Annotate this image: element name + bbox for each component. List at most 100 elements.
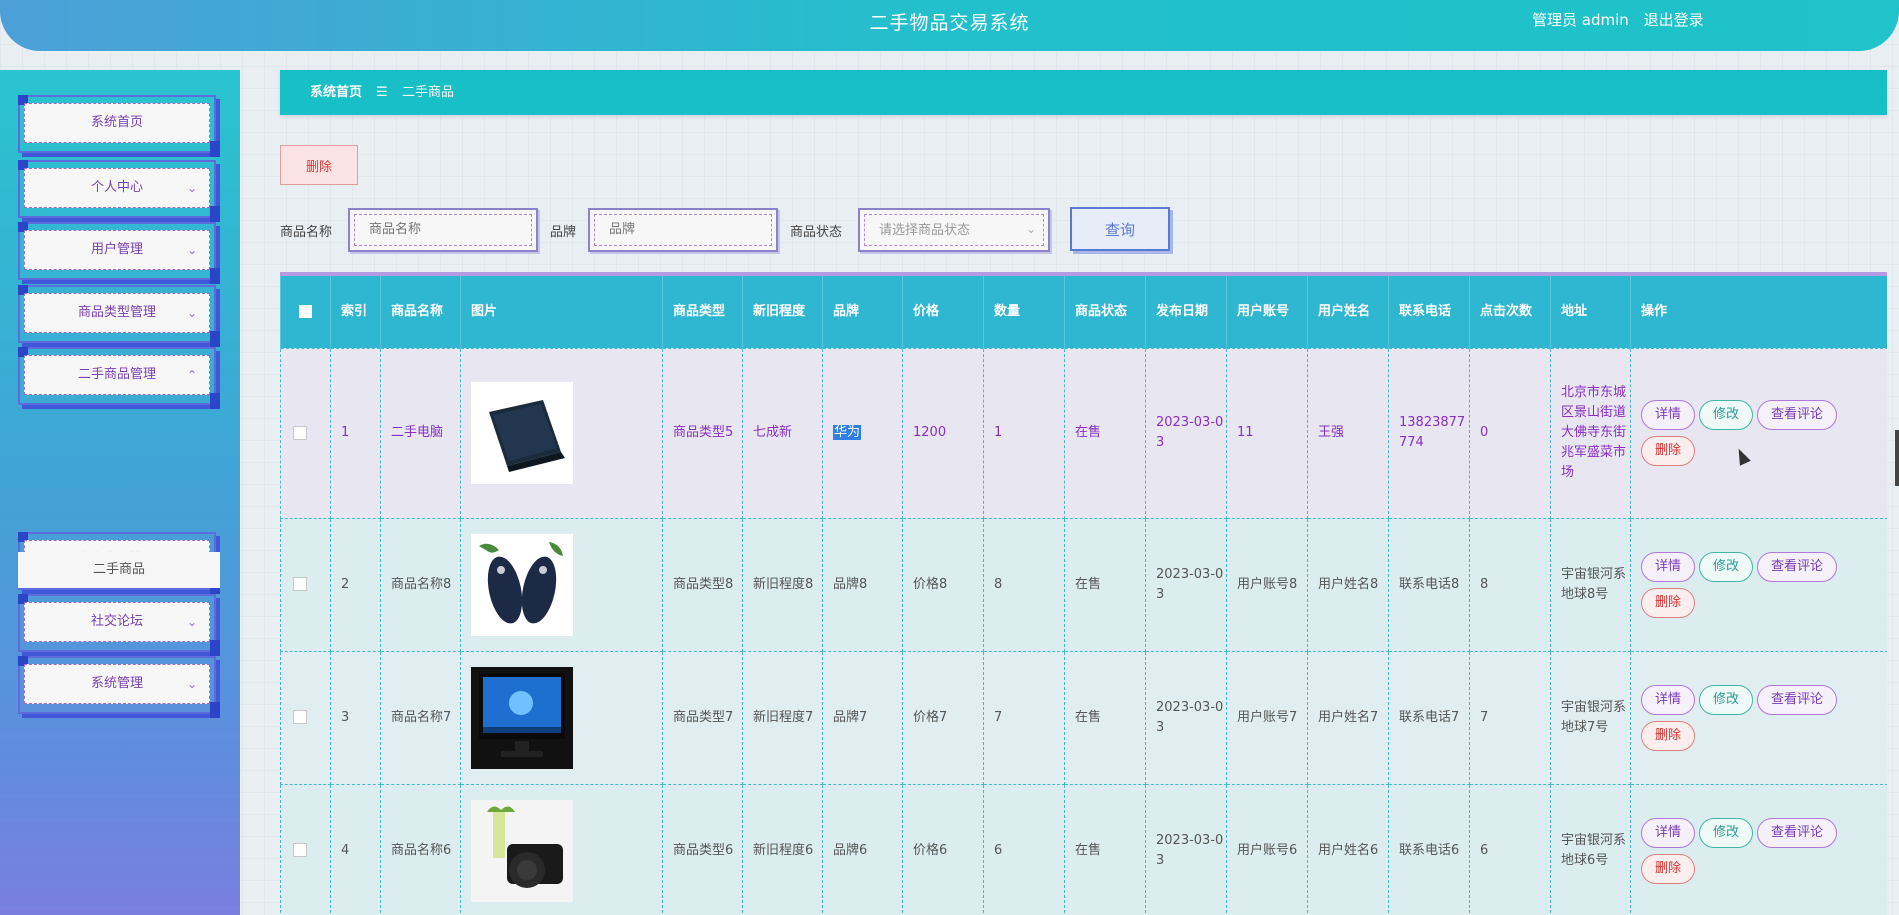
breadcrumb-current: 二手商品	[401, 85, 454, 100]
cell-date: 2023-03-03	[1156, 415, 1224, 450]
corner-deco	[210, 141, 220, 157]
th-qty: 数量	[983, 276, 1065, 348]
th-username: 用户姓名	[1307, 276, 1389, 348]
edit-button[interactable]: 修改	[1699, 400, 1754, 430]
th-phone: 联系电话	[1388, 276, 1470, 348]
edit-button[interactable]: 修改	[1699, 684, 1754, 715]
cell-qty: 7	[994, 709, 1003, 725]
cell-condition: 新旧程度8	[753, 576, 814, 592]
view-reviews-button[interactable]: 查看评论	[1757, 551, 1838, 582]
sidebar-item-label: 二手商品管理	[77, 367, 156, 382]
detail-button[interactable]: 详情	[1641, 551, 1696, 582]
name-search-box	[348, 208, 538, 252]
th-clicks: 点击次数	[1469, 276, 1551, 348]
th-status: 商品状态	[1064, 276, 1146, 348]
chevron-icon: ⌄	[186, 615, 197, 629]
row-checkbox[interactable]	[293, 577, 307, 591]
cell-status: 在售	[1075, 576, 1102, 592]
table-row: 4 商品名称6 商品类型6 新旧程度6 品牌6 价格6 6 在售 2023-03-03 用户账号6…	[280, 783, 1887, 915]
cell-name: 商品名称8	[391, 576, 452, 592]
cell-account: 用户账号8	[1237, 576, 1298, 592]
sidebar-item-7[interactable]: 系统管理 ⌄	[18, 656, 220, 718]
sidebar-item-4[interactable]: 二手商品管理 ⌃	[18, 347, 220, 409]
sidebar-item-1[interactable]: 个人中心 ⌄	[18, 160, 220, 222]
cell-address: 北京市东城区景山街道大佛寺东街兆军盛菜市场	[1561, 385, 1627, 480]
cell-clicks: 0	[1480, 425, 1489, 440]
row-checkbox[interactable]	[293, 425, 307, 440]
sidebar-item-label-box: 用户管理 ⌄	[24, 230, 210, 270]
th-condition: 新旧程度	[742, 276, 823, 348]
name-search-input[interactable]	[354, 214, 532, 246]
cell-address: 宇宙银河系地球7号	[1561, 699, 1627, 735]
delete-button[interactable]: 删除	[1641, 720, 1696, 751]
sidebar-item-3[interactable]: 商品类型管理 ⌄	[18, 285, 220, 347]
detail-button[interactable]: 详情	[1641, 817, 1696, 848]
status-search-label: 商品状态	[790, 225, 843, 240]
cell-type: 商品类型5	[673, 425, 734, 440]
logout-link[interactable]: 退出登录	[1644, 11, 1704, 29]
cell-username: 用户姓名6	[1318, 842, 1379, 858]
query-button[interactable]: 查询	[1070, 207, 1170, 251]
cell-phone: 13823877774	[1399, 415, 1466, 450]
view-reviews-button[interactable]: 查看评论	[1757, 400, 1838, 430]
sidebar-item-label-box: 系统首页	[24, 103, 210, 143]
admin-user-label: 管理员 admin	[1532, 11, 1629, 29]
sidebar-item-2[interactable]: 用户管理 ⌄	[18, 222, 220, 284]
cell-date: 2023-03-03	[1156, 699, 1224, 735]
monitor-image	[471, 666, 573, 769]
corner-deco	[210, 268, 220, 284]
view-reviews-button[interactable]: 查看评论	[1757, 817, 1838, 848]
breadcrumb-home[interactable]: 系统首页	[310, 85, 362, 100]
cell-account: 用户账号6	[1237, 842, 1298, 858]
laptop-image	[471, 382, 573, 484]
cell-brand: 品牌7	[833, 709, 868, 725]
select-all-header[interactable]	[280, 276, 331, 348]
chevron-icon: ⌃	[186, 368, 197, 382]
scrollbar-thumb[interactable]	[1895, 430, 1899, 486]
select-all-checkbox[interactable]	[299, 304, 312, 318]
corner-deco	[210, 702, 220, 718]
sidebar-subitem-second-hand-goods[interactable]: 二手商品	[18, 552, 220, 588]
cell-condition: 七成新	[753, 425, 793, 440]
cell-qty: 6	[994, 842, 1003, 858]
user-area: 管理员 admin 退出登录	[1532, 9, 1704, 30]
cell-brand: 品牌6	[833, 842, 868, 858]
edit-button[interactable]: 修改	[1699, 817, 1754, 848]
delete-button[interactable]: 删除	[1641, 436, 1696, 466]
cell-price: 价格7	[913, 709, 948, 725]
delete-button[interactable]: 删除	[1641, 587, 1696, 618]
cell-index: 1	[341, 425, 350, 440]
top-header: 二手物品交易系统 管理员 admin 退出登录	[0, 0, 1899, 51]
sidebar: 系统首页个人中心⌄用户管理⌄商品类型管理⌄二手商品管理⌃留言咨询管理⌄社交论坛⌄…	[0, 70, 240, 915]
cell-type: 商品类型8	[673, 576, 734, 592]
status-select-box[interactable]: 请选择商品状态 ⌄	[858, 208, 1050, 252]
detail-button[interactable]: 详情	[1641, 684, 1696, 715]
sidebar-item-0[interactable]: 系统首页	[18, 95, 220, 157]
row-checkbox[interactable]	[293, 843, 307, 857]
brand-search-input[interactable]	[594, 214, 772, 246]
sidebar-item-label-box: 系统管理 ⌄	[24, 664, 210, 704]
view-reviews-button[interactable]: 查看评论	[1757, 684, 1838, 715]
cell-status: 在售	[1075, 425, 1102, 440]
status-select[interactable]: 请选择商品状态	[864, 214, 1044, 246]
detail-button[interactable]: 详情	[1641, 400, 1696, 430]
delete-button[interactable]: 删除	[1641, 853, 1696, 884]
cell-clicks: 6	[1480, 842, 1489, 858]
brand-search-box	[588, 208, 778, 252]
row-checkbox[interactable]	[293, 710, 307, 724]
cell-condition: 新旧程度6	[753, 842, 814, 858]
edit-button[interactable]: 修改	[1699, 551, 1754, 582]
sidebar-item-6[interactable]: 社交论坛 ⌄	[18, 594, 220, 656]
table-row: 2 商品名称8 商品类型8 新旧程度8 品牌8 价格8 8 在售 2023-03-03 用户账号8…	[280, 517, 1887, 652]
th-brand: 品牌	[822, 276, 903, 348]
chevron-icon: ⌄	[186, 181, 197, 195]
cell-phone: 联系电话7	[1399, 709, 1460, 725]
cell-phone: 联系电话8	[1399, 576, 1460, 592]
table-header-row: 索引 商品名称 图片 商品类型 新旧程度 品牌 价格 数量 商品状态 发布日期 …	[280, 276, 1887, 348]
cell-price: 1200	[913, 425, 947, 440]
corner-deco	[210, 331, 220, 347]
cell-date: 2023-03-03	[1156, 566, 1224, 602]
cell-phone: 联系电话6	[1399, 842, 1460, 858]
cell-address: 宇宙银河系地球6号	[1561, 832, 1627, 868]
batch-delete-button[interactable]: 删除	[280, 145, 358, 185]
